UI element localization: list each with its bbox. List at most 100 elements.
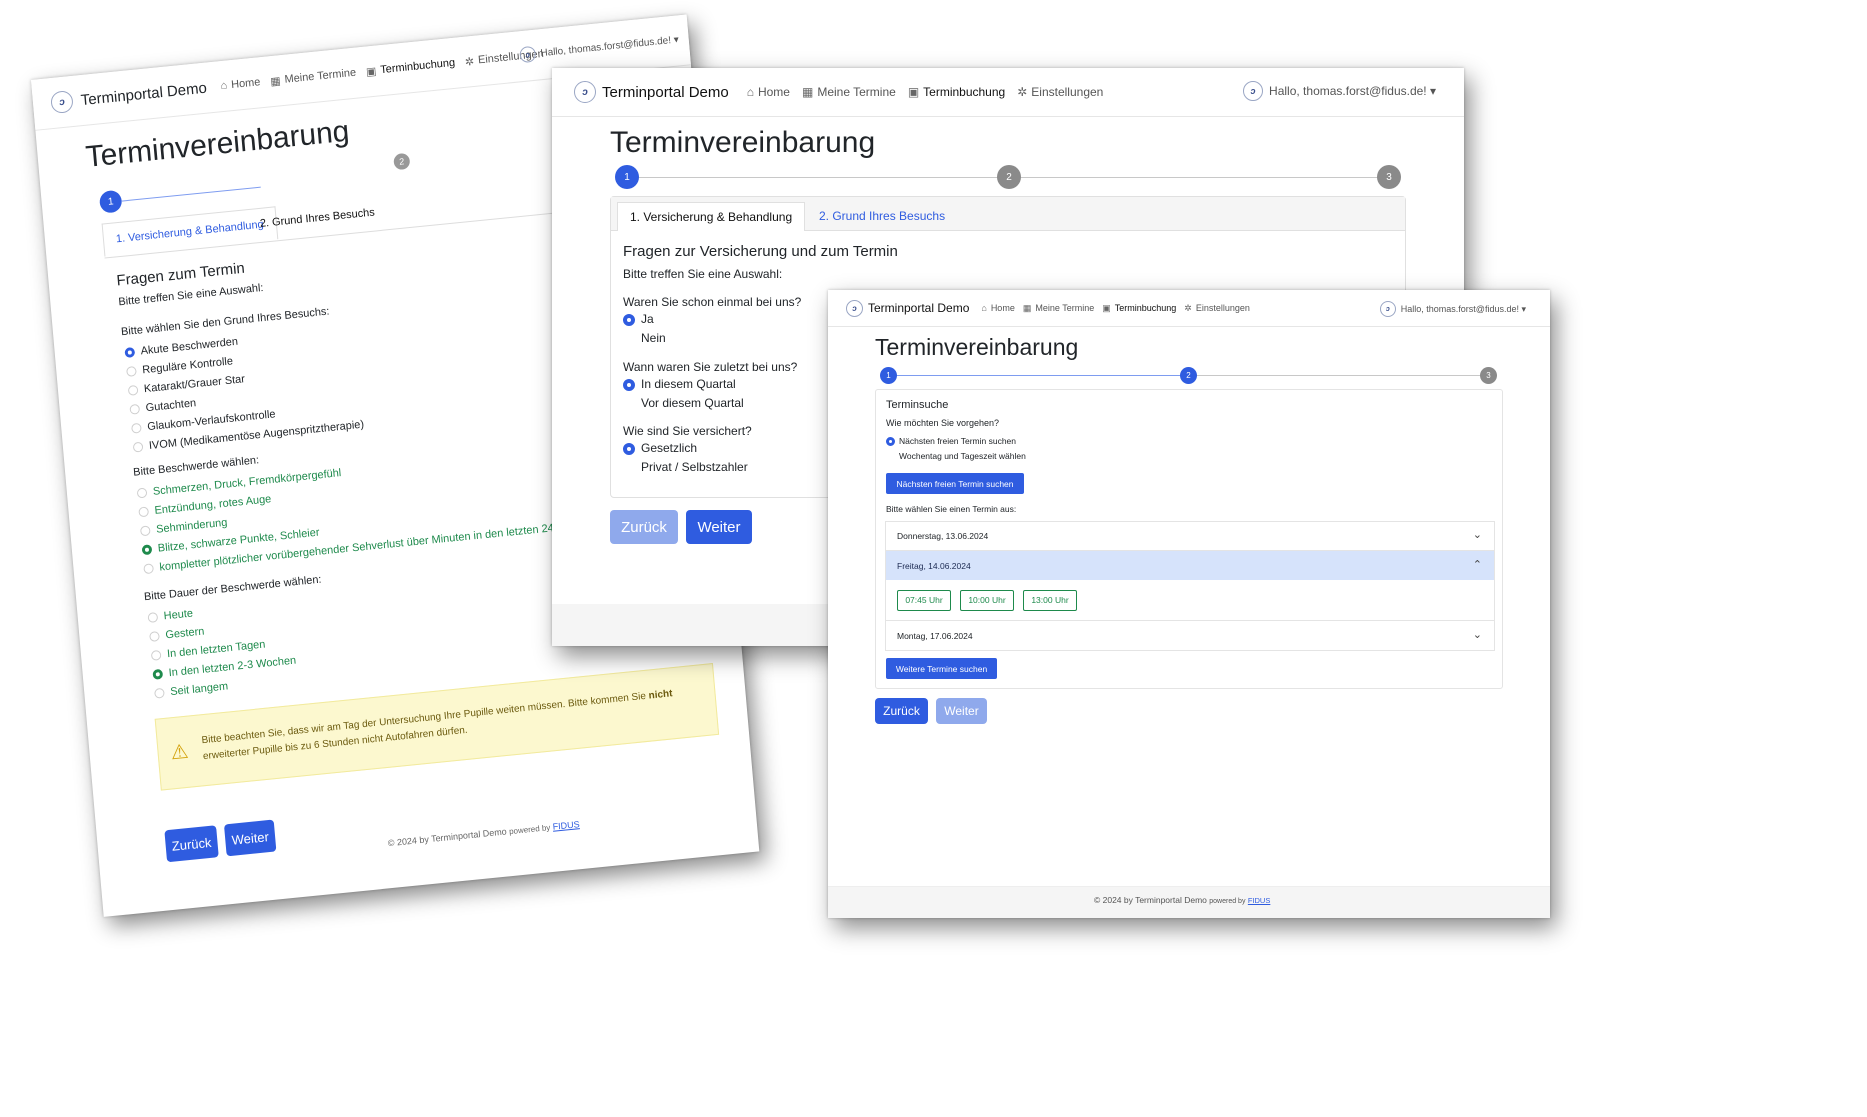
middle-prompt: Bitte treffen Sie eine Auswahl: bbox=[623, 267, 783, 281]
gear-icon: ✲ bbox=[464, 55, 475, 69]
step-line bbox=[121, 186, 261, 202]
next-button[interactable]: Weiter bbox=[686, 510, 752, 544]
nav-my-appointments[interactable]: ▦ Meine Termine bbox=[802, 85, 896, 99]
nav-booking[interactable]: ▣ Terminbuchung bbox=[365, 56, 456, 79]
avatar-icon: ↄ bbox=[518, 45, 537, 64]
back-button[interactable]: Zurück bbox=[610, 510, 678, 544]
duration-label: Gestern bbox=[164, 625, 205, 642]
radio-no[interactable] bbox=[623, 332, 635, 345]
complaint-radio[interactable] bbox=[143, 563, 155, 575]
page-title: Terminvereinbarung bbox=[84, 114, 351, 174]
radio-statutory[interactable] bbox=[623, 442, 635, 455]
duration-label: Heute bbox=[163, 607, 194, 623]
right-heading: Terminsuche bbox=[886, 399, 949, 411]
left-reasons: Akute Beschwerden Reguläre Kontrolle Katar… bbox=[124, 321, 365, 458]
page-title: Terminvereinbarung bbox=[610, 126, 876, 159]
step-1: 1 bbox=[880, 367, 897, 384]
reason-radio[interactable] bbox=[126, 366, 137, 378]
step-3: 3 bbox=[1480, 367, 1497, 384]
brand[interactable]: Terminportal Demo bbox=[868, 301, 969, 315]
home-icon: ⌂ bbox=[746, 85, 754, 99]
nav-home[interactable]: ⌂ Home bbox=[981, 303, 1014, 313]
radio-this-quarter[interactable] bbox=[623, 378, 635, 391]
duration-radio[interactable] bbox=[150, 650, 162, 661]
nav-settings[interactable]: ✲ Einstellungen bbox=[1184, 303, 1250, 314]
duration-radio[interactable] bbox=[149, 631, 160, 643]
complaint-radio[interactable] bbox=[139, 525, 151, 537]
date-label: Donnerstag, 13.06.2024 bbox=[897, 531, 989, 541]
opt-yes[interactable]: Ja bbox=[623, 312, 654, 326]
nav-settings[interactable]: ✲ Einstellungen bbox=[1017, 85, 1103, 99]
slot-0745[interactable]: 07:45 Uhr bbox=[897, 590, 951, 611]
right-footer: © 2024 by Terminportal Demo powered by F… bbox=[828, 886, 1550, 918]
brand[interactable]: Terminportal Demo bbox=[602, 84, 729, 101]
radio-next-free[interactable] bbox=[886, 437, 895, 447]
radio-before-quarter[interactable] bbox=[623, 397, 635, 410]
complaint-radio[interactable] bbox=[138, 506, 150, 518]
choose-label: Bitte wählen Sie einen Termin aus: bbox=[886, 504, 1017, 514]
nav-booking[interactable]: ▣ Terminbuchung bbox=[908, 85, 1005, 99]
step-2: 2 bbox=[1180, 367, 1197, 384]
chevron-up-icon: ⌃ bbox=[1472, 559, 1482, 571]
avatar-icon: ↄ bbox=[1243, 81, 1264, 101]
page-title: Terminvereinbarung bbox=[875, 334, 1079, 360]
slot-1000[interactable]: 10:00 Uhr bbox=[960, 590, 1014, 611]
nav-home[interactable]: ⌂ Home bbox=[747, 85, 790, 99]
radio-weekday[interactable] bbox=[886, 452, 895, 462]
opt-weekday[interactable]: Wochentag und Tageszeit wählen bbox=[886, 451, 1026, 462]
next-button[interactable]: Weiter bbox=[223, 819, 277, 857]
slot-1300[interactable]: 13:00 Uhr bbox=[1023, 590, 1077, 611]
opt-this-quarter[interactable]: In diesem Quartal bbox=[623, 377, 736, 391]
right-screenshot: ↄ Terminportal Demo ⌂ Home ▦ Meine Termine… bbox=[828, 290, 1550, 918]
nav-booking[interactable]: ▣ Terminbuchung bbox=[1102, 303, 1176, 314]
opt-private[interactable]: Privat / Selbstzahler bbox=[623, 460, 748, 474]
complaint-radio[interactable] bbox=[141, 544, 153, 556]
step-line-todo bbox=[1189, 375, 1489, 376]
footer-text: © 2024 by Terminportal Demo powered by F… bbox=[1094, 895, 1271, 905]
back-button[interactable]: Zurück bbox=[164, 825, 219, 863]
back-button[interactable]: Zurück bbox=[875, 698, 928, 724]
user-menu[interactable]: ↄ Hallo, thomas.forst@fidus.de! ▾ bbox=[1243, 81, 1436, 101]
opt-before-quarter[interactable]: Vor diesem Quartal bbox=[623, 396, 744, 410]
complaint-radio[interactable] bbox=[136, 487, 148, 499]
reason-radio[interactable] bbox=[129, 403, 141, 415]
next-button[interactable]: Weiter bbox=[936, 698, 987, 724]
right-navbar: ↄ Terminportal Demo ⌂ Home ▦ Meine Termine… bbox=[828, 290, 1550, 327]
middle-tabs: 1. Versicherung & Behandlung 2. Grund Ih… bbox=[611, 197, 1405, 231]
step-3: 3 bbox=[1377, 165, 1401, 189]
radio-yes[interactable] bbox=[623, 313, 635, 326]
duration-radio[interactable] bbox=[147, 612, 159, 624]
date-row-thursday[interactable]: Donnerstag, 13.06.2024 ⌄ bbox=[886, 522, 1494, 551]
reason-radio[interactable] bbox=[124, 347, 136, 359]
left-footer: © 2024 by Terminportal Demo powered by F… bbox=[387, 819, 580, 849]
more-appointments-button[interactable]: Weitere Termine suchen bbox=[886, 658, 997, 679]
fidus-link[interactable]: FIDUS bbox=[1248, 896, 1271, 905]
nav-home[interactable]: ⌂ Home bbox=[220, 76, 261, 92]
reason-radio[interactable] bbox=[131, 422, 142, 434]
duration-radio[interactable] bbox=[152, 668, 164, 680]
reason-radio[interactable] bbox=[127, 384, 139, 396]
nav-my-appointments[interactable]: ▦ Meine Termine bbox=[1023, 303, 1094, 314]
date-row-friday[interactable]: Freitag, 14.06.2024 ⌃ bbox=[886, 551, 1494, 580]
search-next-free-button[interactable]: Nächsten freien Termin suchen bbox=[886, 473, 1024, 494]
step-1: 1 bbox=[98, 189, 123, 214]
q-last-visit: Wann waren Sie zuletzt bei uns? bbox=[623, 360, 798, 374]
nav-my-appointments[interactable]: ▦ Meine Termine bbox=[270, 66, 357, 88]
opt-next-free[interactable]: Nächsten freien Termin suchen bbox=[886, 436, 1016, 447]
calendar-check-icon: ▣ bbox=[365, 65, 377, 79]
tab-reason[interactable]: 2. Grund Ihres Besuchs bbox=[807, 202, 957, 230]
date-row-monday[interactable]: Montag, 17.06.2024 ⌄ bbox=[886, 620, 1494, 650]
opt-statutory[interactable]: Gesetzlich bbox=[623, 441, 697, 455]
brand[interactable]: Terminportal Demo bbox=[80, 79, 207, 109]
middle-heading: Fragen zur Versicherung und zum Termin bbox=[623, 243, 898, 260]
reason-label: Gutachten bbox=[145, 397, 197, 415]
tab-reason[interactable]: 2. Grund Ihres Besuchs bbox=[247, 195, 388, 241]
user-menu[interactable]: ↄ Hallo, thomas.forst@fidus.de! ▾ bbox=[518, 31, 679, 64]
opt-no[interactable]: Nein bbox=[623, 331, 666, 345]
tab-insurance[interactable]: 1. Versicherung & Behandlung bbox=[617, 202, 806, 231]
reason-radio[interactable] bbox=[132, 441, 144, 453]
radio-private[interactable] bbox=[623, 461, 635, 474]
user-menu[interactable]: ↄ Hallo, thomas.forst@fidus.de! ▾ bbox=[1379, 301, 1526, 317]
duration-radio[interactable] bbox=[154, 687, 165, 699]
gear-icon: ✲ bbox=[1184, 302, 1192, 313]
